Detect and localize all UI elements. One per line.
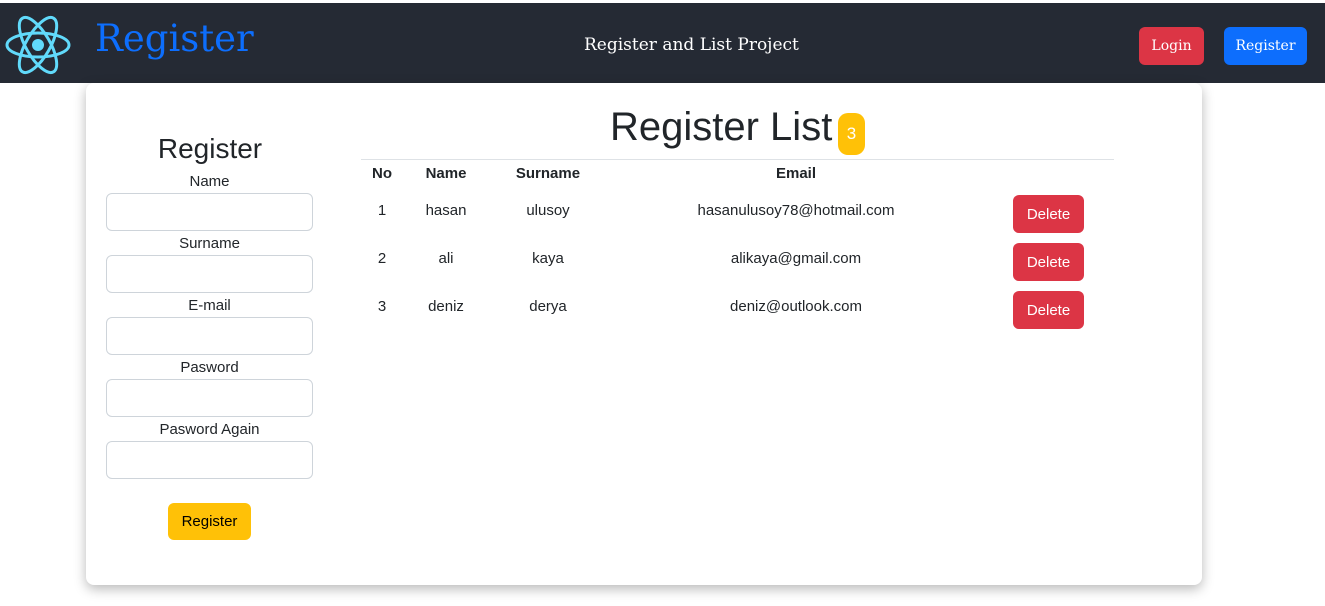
- row-email: deniz@outlook.com: [730, 298, 862, 315]
- password-label: Pasword: [180, 359, 239, 376]
- row-surname: derya: [529, 298, 567, 315]
- form-title: Register: [157, 133, 263, 164]
- login-button[interactable]: Login: [1139, 27, 1204, 65]
- navbar: Register Register and List Project Login…: [0, 0, 1325, 83]
- row-name: ali: [438, 250, 454, 267]
- row-no: 3: [377, 298, 387, 315]
- react-logo-icon[interactable]: [4, 12, 72, 78]
- row-name: deniz: [428, 298, 464, 315]
- main-card: Register Name Surname E-mail Pasword Pas…: [86, 83, 1202, 585]
- surname-label: Surname: [179, 235, 240, 252]
- column-header-surname: Surname: [515, 165, 581, 182]
- name-label: Name: [189, 173, 230, 190]
- row-name: hasan: [425, 202, 467, 219]
- password-again-label: Pasword Again: [159, 421, 260, 438]
- row-email: hasanulusoy78@hotmail.com: [697, 202, 895, 219]
- list-title: Register List: [610, 105, 833, 149]
- column-header-no: No: [372, 165, 392, 182]
- row-surname: ulusoy: [526, 202, 570, 219]
- row-no: 1: [377, 202, 387, 219]
- project-title: Register and List Project: [584, 35, 799, 55]
- form-register-button[interactable]: Register: [168, 503, 251, 540]
- row-no: 2: [377, 250, 387, 267]
- row-surname: kaya: [532, 250, 564, 267]
- password-again-input[interactable]: [106, 441, 313, 479]
- count-badge: 3: [838, 113, 865, 155]
- name-input[interactable]: [106, 193, 313, 231]
- surname-input[interactable]: [106, 255, 313, 293]
- delete-button[interactable]: Delete: [1013, 195, 1084, 233]
- row-email: alikaya@gmail.com: [730, 250, 862, 267]
- brand-title[interactable]: Register: [95, 17, 254, 60]
- header-divider: [361, 159, 1114, 160]
- register-nav-button[interactable]: Register: [1224, 27, 1307, 65]
- column-header-email: Email: [775, 165, 817, 182]
- delete-button[interactable]: Delete: [1013, 243, 1084, 281]
- column-header-name: Name: [425, 165, 467, 182]
- email-input[interactable]: [106, 317, 313, 355]
- delete-button[interactable]: Delete: [1013, 291, 1084, 329]
- password-input[interactable]: [106, 379, 313, 417]
- email-label: E-mail: [188, 297, 231, 314]
